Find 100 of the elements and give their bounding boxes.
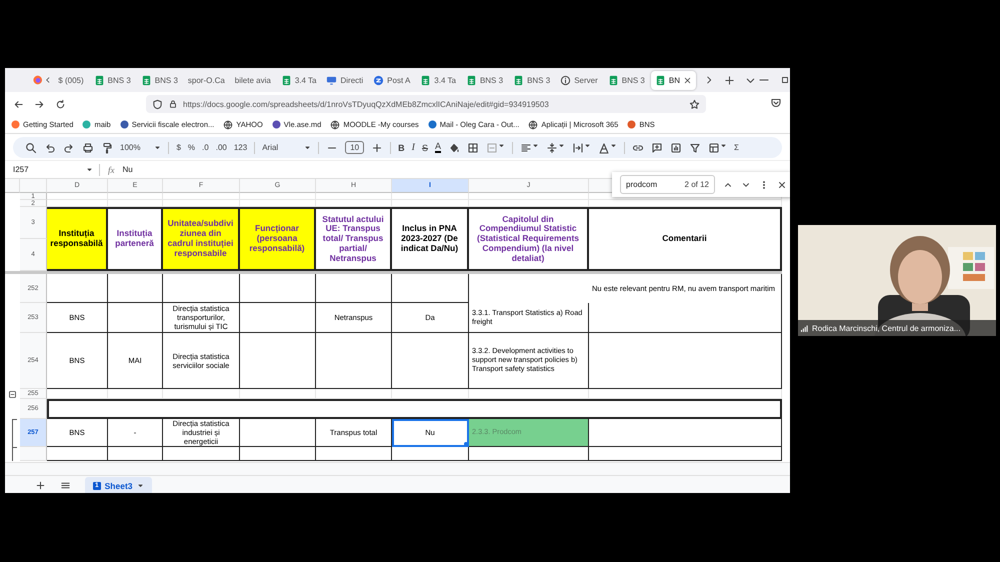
close-icon[interactable]	[777, 180, 787, 190]
table-cell[interactable]	[316, 274, 392, 303]
table-cell[interactable]	[240, 333, 316, 389]
reload-icon[interactable]	[55, 98, 66, 110]
star-icon[interactable]	[689, 98, 700, 110]
collapse-group-icon[interactable]	[8, 390, 17, 398]
text-wrap-icon[interactable]	[572, 142, 584, 154]
table-cell[interactable]	[316, 447, 392, 461]
merge-cells-icon[interactable]	[486, 142, 498, 154]
paint-format-icon[interactable]	[101, 142, 113, 154]
table-cell[interactable]	[47, 447, 108, 461]
table-cell[interactable]	[589, 303, 782, 333]
increase-decimals-button[interactable]: .00	[216, 143, 227, 152]
header-cell[interactable]: Statutul actului UE: Transpus total/ Transpus partial/ Netranspus	[316, 207, 392, 271]
header-cell[interactable]: Capitolul din Compendiumul Statistic (Statistical Requirements Compendium) (la nivel detaliat)	[469, 207, 589, 271]
browser-tab[interactable]: bilete avia	[230, 70, 275, 90]
filter-icon[interactable]	[689, 142, 701, 154]
zoom-select[interactable]: 100%	[120, 143, 162, 152]
print-icon[interactable]	[82, 142, 94, 154]
search-icon[interactable]	[25, 142, 37, 154]
table-cell[interactable]	[589, 333, 782, 389]
decrease-decimals-button[interactable]: .0	[202, 143, 209, 152]
browser-tab[interactable]: Directi	[322, 70, 368, 90]
table-cell[interactable]	[469, 447, 589, 461]
monitor-icon	[326, 74, 338, 86]
align-left-icon[interactable]	[520, 142, 532, 154]
table-cell[interactable]	[240, 447, 316, 461]
font-size-field[interactable]: 10	[345, 141, 364, 154]
find-field[interactable]: prodcom 2 of 12	[620, 175, 715, 194]
header-cell[interactable]: Comentarii	[589, 207, 782, 271]
browser-tab[interactable]: Server	[556, 70, 602, 90]
strikethrough-button[interactable]: S	[422, 142, 428, 152]
plus-icon[interactable]	[371, 142, 384, 154]
logo-icon[interactable]	[33, 74, 42, 86]
shield-icon[interactable]	[152, 98, 163, 110]
font-select[interactable]: Arial	[262, 143, 312, 152]
table-cell[interactable]	[392, 333, 469, 389]
header-cell[interactable]: Instituția parteneră	[108, 207, 163, 271]
borders-icon[interactable]	[467, 142, 479, 154]
browser-tab[interactable]: BN	[650, 70, 696, 90]
caret-icon	[154, 144, 162, 151]
browser-tab[interactable]: 3.4 Ta	[416, 70, 460, 90]
new-tab-icon[interactable]	[724, 74, 735, 86]
browser-tab[interactable]: BNS 3	[462, 70, 508, 90]
browser-tab[interactable]: BNS 3	[90, 70, 135, 90]
header-cell[interactable]: Inclus in PNA 2023-2027 (De indicat Da/Nu)	[392, 207, 469, 271]
table-cell[interactable]	[589, 419, 782, 447]
browser-tab[interactable]: spor-O.Ca	[184, 70, 229, 90]
all-sheets-icon[interactable]	[60, 480, 71, 491]
currency-button[interactable]: $	[176, 143, 181, 152]
chart-icon[interactable]	[670, 142, 682, 154]
text-rotate-icon[interactable]	[598, 142, 610, 154]
table-cell[interactable]	[392, 447, 469, 461]
table-cell[interactable]	[163, 274, 240, 303]
browser-tab[interactable]: BNS 3	[604, 70, 649, 90]
table-cell[interactable]	[589, 447, 782, 461]
forward-icon[interactable]	[34, 98, 45, 110]
caret-icon	[720, 142, 727, 148]
table-cell[interactable]	[47, 274, 108, 303]
table-cell[interactable]	[163, 447, 240, 461]
table-cell[interactable]	[240, 419, 316, 447]
table-cell[interactable]	[392, 274, 469, 303]
cell-name-box[interactable]: I257	[5, 164, 100, 176]
browser-tab[interactable]: 3.4 Ta	[276, 70, 320, 90]
table-cell[interactable]	[108, 274, 163, 303]
browser-tab[interactable]: BNS 3	[509, 70, 554, 90]
formula-field[interactable]: Nu	[122, 165, 133, 174]
text-color-button[interactable]: A	[434, 142, 441, 153]
browser-tab[interactable]: Post A	[369, 70, 414, 90]
percent-button[interactable]: %	[188, 143, 196, 152]
redo-icon[interactable]	[63, 142, 75, 154]
table-cell[interactable]	[240, 274, 316, 303]
italic-button[interactable]: I	[412, 142, 415, 153]
header-cell[interactable]: Funcționar (persoana responsabilă)	[240, 207, 316, 271]
spreadsheet-icon	[140, 74, 152, 86]
table-icon[interactable]	[708, 142, 720, 154]
maximize-icon[interactable]	[780, 74, 790, 86]
browser-tab[interactable]: $ (005)	[54, 70, 88, 90]
table-cell[interactable]	[316, 333, 392, 389]
add-sheet-icon[interactable]	[35, 480, 46, 491]
table-cell[interactable]	[108, 303, 163, 333]
chevron-shield-icon[interactable]	[770, 97, 782, 109]
bold-button[interactable]: B	[398, 142, 405, 152]
spreadsheet-icon	[420, 74, 432, 86]
undo-icon[interactable]	[44, 142, 56, 154]
table-cell[interactable]	[47, 399, 782, 419]
vertical-align-icon[interactable]	[546, 142, 558, 154]
back-icon[interactable]	[13, 98, 24, 110]
number-format-button[interactable]: 123	[234, 143, 248, 152]
table-cell[interactable]	[108, 447, 163, 461]
address-bar[interactable]: https://docs.google.com/spreadsheets/d/1nroVsTDyuqQzXdMEb8ZmcxlICAniNaje/edit#gid=934919503	[146, 95, 706, 113]
table-cell[interactable]	[240, 303, 316, 333]
add-comment-icon[interactable]	[651, 142, 663, 154]
caret-icon	[532, 142, 539, 148]
header-cell[interactable]: Unitatea/subdiviziunea din cadrul instituției responsabile	[163, 207, 240, 271]
browser-tab[interactable]: BNS 3	[136, 70, 182, 90]
fill-color-icon[interactable]	[448, 142, 460, 154]
close-icon[interactable]	[683, 76, 692, 84]
header-cell[interactable]: Instituția responsabilă	[47, 207, 108, 271]
functions-button[interactable]: Σ	[734, 143, 739, 152]
